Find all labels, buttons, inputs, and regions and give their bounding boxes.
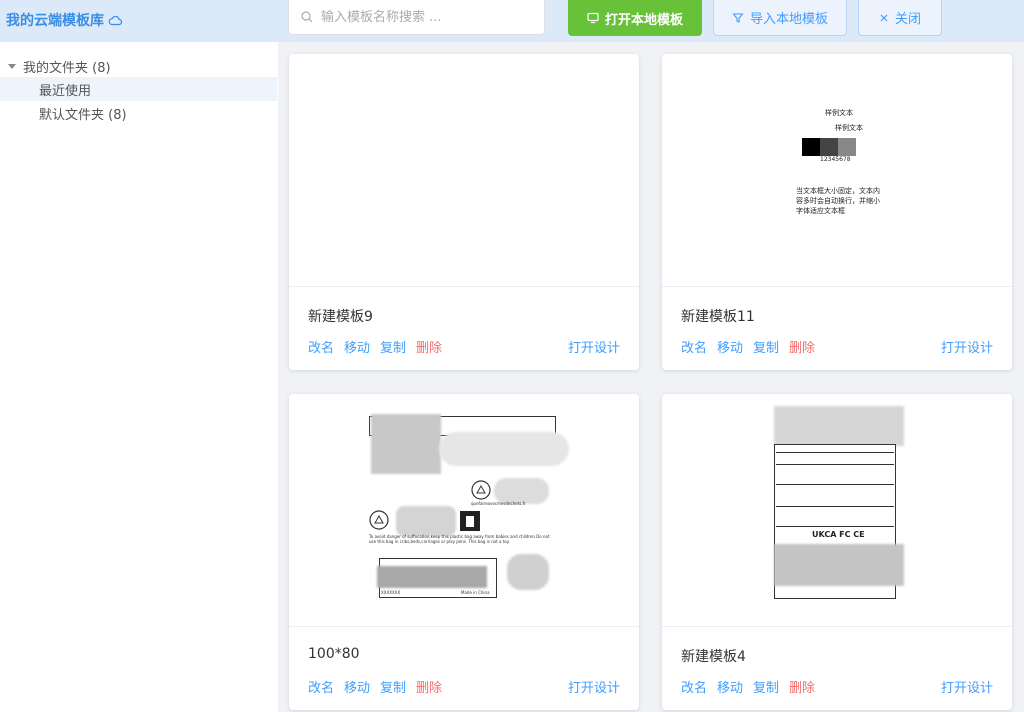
- redacted-area: [774, 544, 904, 586]
- open-design-link[interactable]: 打开设计: [941, 337, 993, 356]
- top-bar: 我的云端模板库 打开本地模板 导入本地模板 关闭: [0, 0, 1024, 42]
- redacted-area: [507, 554, 549, 590]
- divider: [776, 526, 894, 527]
- rename-link[interactable]: 改名: [308, 337, 334, 356]
- delete-link[interactable]: 删除: [416, 677, 442, 696]
- template-name: 新建模板9: [308, 309, 373, 325]
- divider: [776, 506, 894, 507]
- monitor-icon: [587, 12, 599, 24]
- card-actions: 改名 移动 复制 删除: [308, 677, 442, 696]
- warning-text: To avoid danger of suffocation,keep this…: [369, 534, 550, 544]
- folder-sidebar: 我的文件夹 (8) 最近使用 默认文件夹 (8): [0, 42, 278, 712]
- redacted-area: [377, 566, 487, 588]
- card-actions: 改名 移动 复制 删除: [681, 337, 815, 356]
- open-design-link[interactable]: 打开设计: [568, 677, 620, 696]
- sample-text: 样例文本: [835, 124, 863, 132]
- delete-link[interactable]: 删除: [416, 337, 442, 356]
- divider: [776, 452, 894, 453]
- color-swatch: [838, 138, 856, 156]
- folder-tree-root[interactable]: 我的文件夹 (8): [0, 54, 277, 78]
- template-name: 新建模板4: [681, 649, 746, 665]
- template-preview[interactable]: 样例文本 样例文本 12345678 当文本框大小固定，文本内容多时会自动换行，…: [662, 54, 1012, 287]
- open-design-link[interactable]: 打开设计: [941, 677, 993, 696]
- template-name: 100*80: [308, 646, 360, 662]
- sample-paragraph: 当文本框大小固定，文本内容多时会自动换行，并缩小字体适应文本框: [796, 187, 880, 215]
- folder-default[interactable]: 默认文件夹 (8): [0, 101, 277, 125]
- divider: [776, 464, 894, 465]
- move-link[interactable]: 移动: [717, 337, 743, 356]
- copy-link[interactable]: 复制: [380, 337, 406, 356]
- folder-recent[interactable]: 最近使用: [0, 77, 277, 101]
- made-in-text: Made in China: [461, 590, 490, 595]
- template-preview[interactable]: [289, 54, 639, 287]
- website-text: quefaireavecmesdechets.fr: [471, 501, 526, 506]
- card-actions: 改名 移动 复制 删除: [308, 337, 442, 356]
- import-local-template-button[interactable]: 导入本地模板: [713, 0, 847, 36]
- close-icon: [880, 14, 888, 21]
- color-swatch: [802, 138, 820, 156]
- move-link[interactable]: 移动: [344, 677, 370, 696]
- certification-marks: UKCA FC CE: [812, 530, 865, 539]
- open-design-link[interactable]: 打开设计: [568, 337, 620, 356]
- redacted-area: [774, 406, 904, 446]
- rename-link[interactable]: 改名: [681, 677, 707, 696]
- sample-text: 样例文本: [825, 109, 853, 117]
- search-box[interactable]: [288, 0, 545, 35]
- rename-link[interactable]: 改名: [308, 677, 334, 696]
- cloud-icon: [108, 15, 122, 26]
- trash-bin-icon: [460, 511, 480, 531]
- copy-link[interactable]: 复制: [753, 677, 779, 696]
- recycle-icon: [369, 510, 389, 530]
- close-button[interactable]: 关闭: [858, 0, 942, 36]
- redacted-area: [439, 432, 569, 466]
- template-preview[interactable]: quefaireavecmesdechets.fr To avoid dange…: [289, 394, 639, 627]
- app-title: 我的云端模板库: [6, 10, 122, 30]
- divider: [776, 484, 894, 485]
- rename-link[interactable]: 改名: [681, 337, 707, 356]
- color-swatch: [820, 138, 838, 156]
- redacted-area: [396, 506, 456, 536]
- open-local-template-button[interactable]: 打开本地模板: [568, 0, 702, 36]
- recycle-icon: [471, 480, 491, 500]
- search-icon: [301, 11, 313, 23]
- delete-link[interactable]: 删除: [789, 337, 815, 356]
- barcode-text: 12345678: [820, 156, 851, 163]
- card-actions: 改名 移动 复制 删除: [681, 677, 815, 696]
- caret-down-icon[interactable]: [8, 63, 16, 69]
- template-name: 新建模板11: [681, 309, 755, 325]
- template-card[interactable]: UKCA FC CE 新建模板4 改名 移动 复制 删除 打开设计: [662, 394, 1012, 710]
- move-link[interactable]: 移动: [717, 677, 743, 696]
- copy-link[interactable]: 复制: [753, 337, 779, 356]
- template-card[interactable]: quefaireavecmesdechets.fr To avoid dange…: [289, 394, 639, 710]
- delete-link[interactable]: 删除: [789, 677, 815, 696]
- redacted-area: [371, 414, 441, 474]
- template-preview[interactable]: UKCA FC CE: [662, 394, 1012, 627]
- move-link[interactable]: 移动: [344, 337, 370, 356]
- search-input[interactable]: [321, 9, 521, 25]
- template-card[interactable]: 新建模板9 改名 移动 复制 删除 打开设计: [289, 54, 639, 370]
- filter-icon: [732, 12, 744, 23]
- code-text: XXXXXXX: [381, 590, 401, 595]
- template-card[interactable]: 样例文本 样例文本 12345678 当文本框大小固定，文本内容多时会自动换行，…: [662, 54, 1012, 370]
- copy-link[interactable]: 复制: [380, 677, 406, 696]
